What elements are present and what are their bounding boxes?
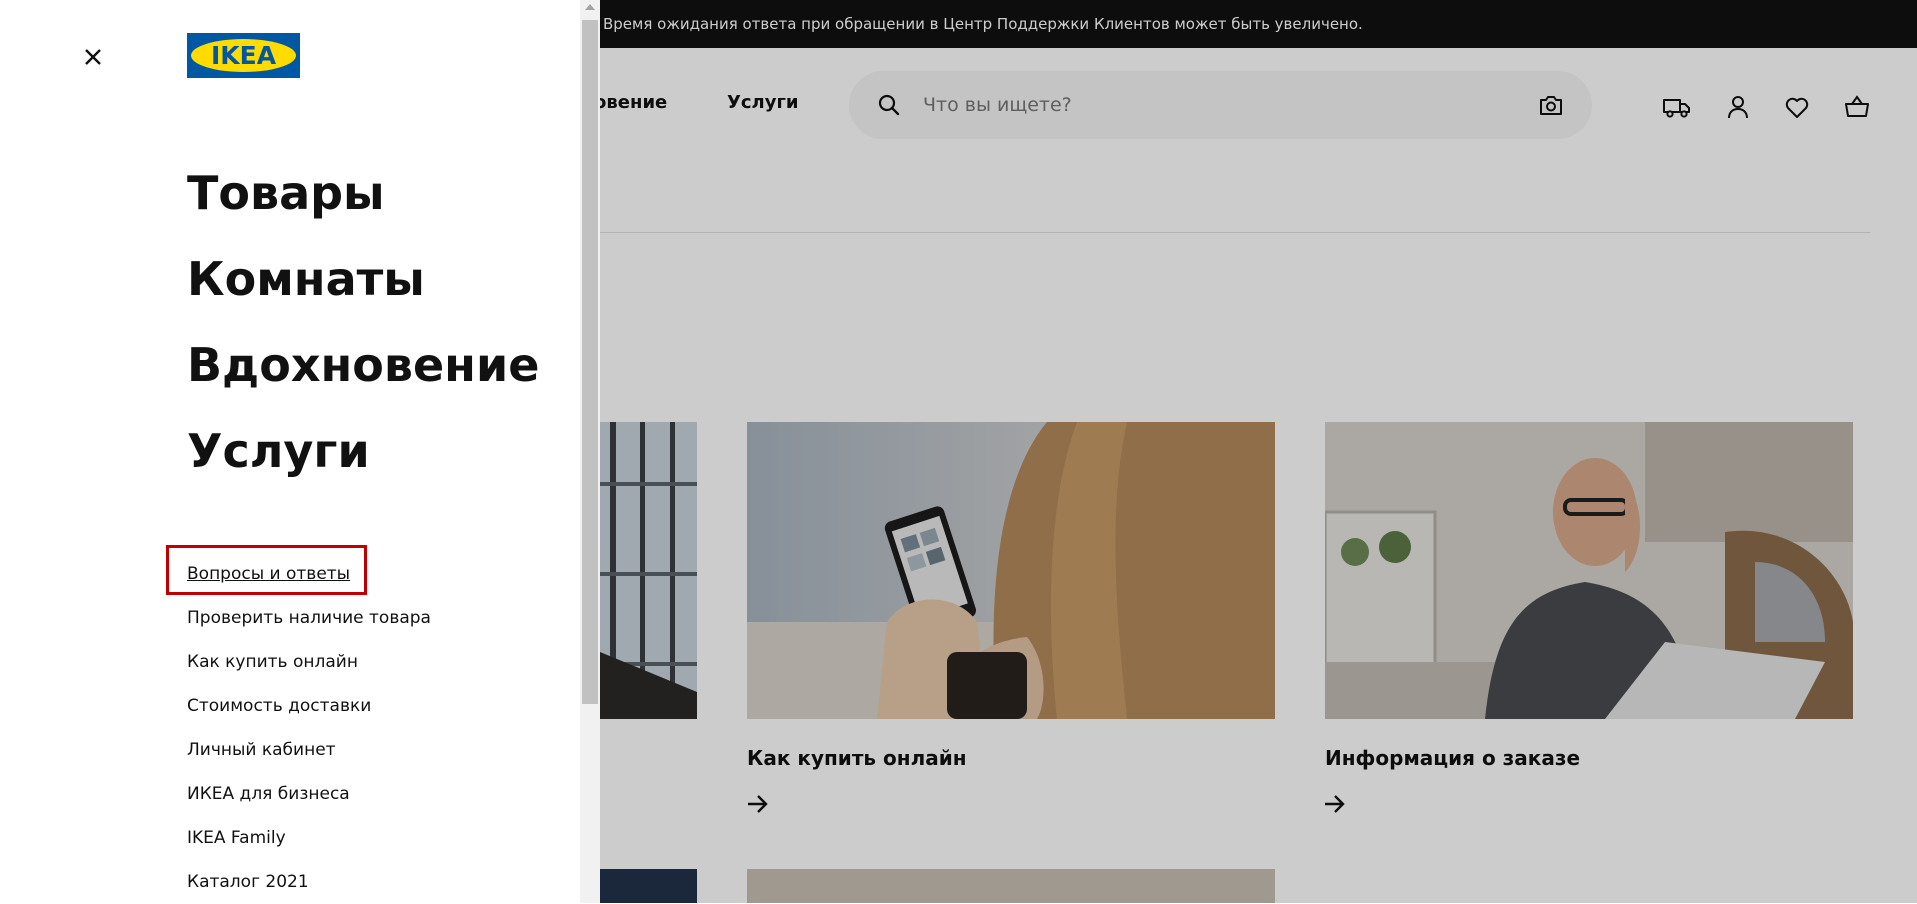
sub-menu: Вопросы и ответы Проверить наличие товар… — [187, 552, 431, 904]
scrollbar-thumb[interactable] — [582, 20, 598, 704]
sub-menu-delivery-cost[interactable]: Стоимость доставки — [187, 684, 431, 728]
side-menu-drawer: IKEA Товары Комнаты Вдохновение Услуги В… — [0, 0, 580, 903]
sub-menu-family[interactable]: IKEA Family — [187, 816, 431, 860]
drawer-scrollbar[interactable] — [580, 0, 600, 903]
main-menu: Товары Комнаты Вдохновение Услуги — [187, 150, 539, 494]
main-menu-services[interactable]: Услуги — [187, 408, 539, 494]
scroll-up-arrow[interactable] — [585, 4, 595, 10]
sub-menu-catalog[interactable]: Каталог 2021 — [187, 860, 431, 904]
main-menu-inspiration[interactable]: Вдохновение — [187, 322, 539, 408]
logo-text: IKEA — [210, 41, 277, 70]
ikea-logo[interactable]: IKEA — [187, 33, 300, 78]
main-menu-rooms[interactable]: Комнаты — [187, 236, 539, 322]
sub-menu-buy-online[interactable]: Как купить онлайн — [187, 640, 431, 684]
main-menu-products[interactable]: Товары — [187, 150, 539, 236]
close-icon[interactable] — [78, 42, 108, 72]
sub-menu-account[interactable]: Личный кабинет — [187, 728, 431, 772]
sub-menu-check-stock[interactable]: Проверить наличие товара — [187, 596, 431, 640]
sub-menu-business[interactable]: ИКЕА для бизнеса — [187, 772, 431, 816]
sub-menu-faq[interactable]: Вопросы и ответы — [187, 552, 431, 596]
